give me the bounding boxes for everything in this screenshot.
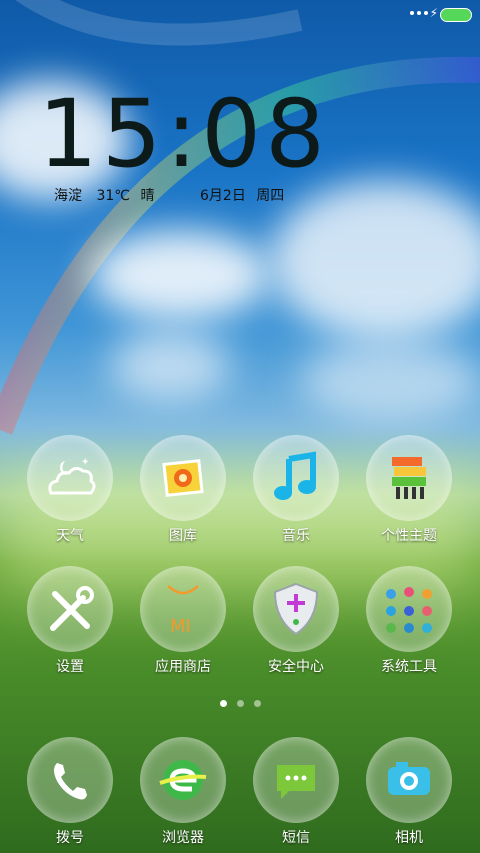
weather-icon: ✦: [48, 457, 96, 495]
settings-icon: [50, 586, 94, 631]
weekday-text: 周四: [256, 188, 285, 204]
app-label: 拨号: [56, 830, 84, 846]
svg-text:✦: ✦: [81, 457, 89, 468]
sms-icon: [277, 765, 315, 799]
app-label: 个性主题: [381, 528, 437, 544]
battery-icon: [440, 8, 472, 22]
date-text: 6月2日: [200, 188, 246, 204]
app-weather[interactable]: ✦ 天气: [20, 435, 120, 545]
browser-icon: [159, 760, 207, 800]
theme-icon: [392, 457, 426, 499]
app-store-logo-text: MI: [170, 616, 191, 637]
app-store-icon: MI: [167, 585, 199, 637]
page-dot[interactable]: [219, 700, 227, 707]
app-label: 天气: [56, 528, 84, 544]
app-label: 短信: [282, 830, 310, 846]
security-icon: [273, 582, 319, 636]
weather-condition: 晴: [140, 188, 155, 204]
page-dot[interactable]: [236, 700, 244, 707]
app-label: 设置: [56, 659, 84, 675]
page-indicator[interactable]: [0, 700, 480, 707]
app-store[interactable]: MI 应用商店: [133, 566, 233, 676]
gallery-icon: [162, 459, 204, 497]
status-bar: ⚡: [0, 0, 480, 30]
app-label: 应用商店: [155, 659, 211, 675]
more-notifications-icon: [410, 11, 428, 15]
dock-browser[interactable]: 浏览器: [133, 737, 233, 847]
weather-location: 海淀: [54, 188, 82, 204]
weather-temperature: 31℃: [96, 188, 130, 204]
dock-sms[interactable]: 短信: [246, 737, 346, 847]
system-tools-icon: [386, 587, 432, 633]
app-label: 图库: [169, 528, 197, 544]
music-icon: [274, 451, 316, 500]
app-theme[interactable]: 个性主题: [359, 435, 459, 545]
clock-time[interactable]: 15:08: [38, 80, 329, 189]
app-settings[interactable]: 设置: [20, 566, 120, 676]
page-dot[interactable]: [253, 700, 261, 707]
camera-icon: [388, 762, 430, 795]
dock-camera[interactable]: 相机: [359, 737, 459, 847]
weather-summary[interactable]: 海淀 31℃ 晴: [54, 185, 154, 205]
app-label: 安全中心: [268, 659, 324, 675]
app-system-tools[interactable]: 系统工具: [359, 566, 459, 676]
app-label: 相机: [395, 830, 423, 846]
app-label: 系统工具: [381, 659, 437, 675]
app-label: 音乐: [282, 528, 310, 544]
date-display[interactable]: 6月2日 周四: [200, 185, 284, 205]
dock-phone[interactable]: 拨号: [20, 737, 120, 847]
phone-icon: [54, 763, 87, 800]
app-label: 浏览器: [162, 830, 204, 846]
charging-icon: ⚡: [429, 6, 438, 20]
app-security[interactable]: 安全中心: [246, 566, 346, 676]
app-music[interactable]: 音乐: [246, 435, 346, 545]
app-gallery[interactable]: 图库: [133, 435, 233, 545]
